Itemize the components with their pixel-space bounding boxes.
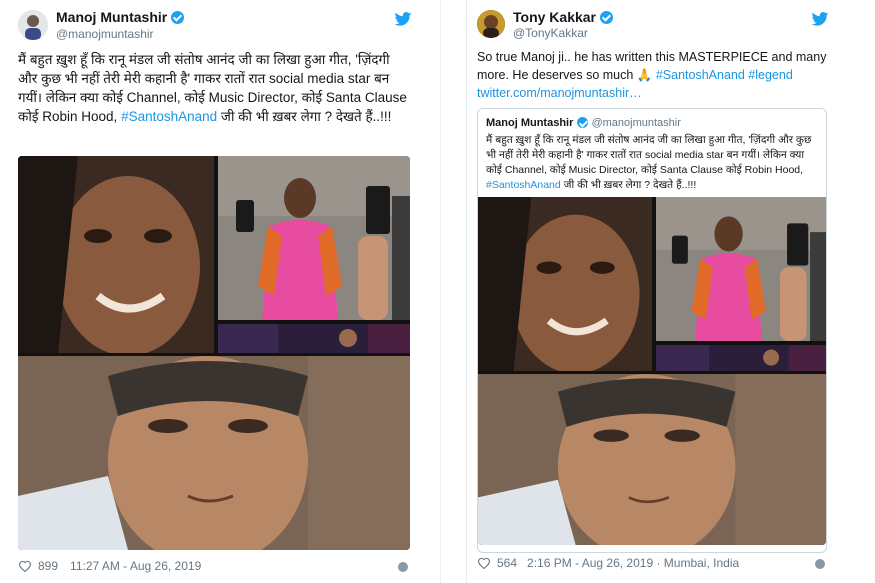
hashtag-link[interactable]: #SantoshAnand — [121, 109, 217, 124]
photo-woman-singing[interactable] — [18, 156, 214, 353]
photo-collage[interactable] — [478, 197, 826, 545]
hashtag-link[interactable]: #SantoshAnand — [486, 179, 561, 191]
avatar[interactable] — [477, 10, 505, 38]
photo-woman-pink-saree[interactable] — [218, 156, 410, 320]
author-handle[interactable]: @TonyKakkar — [513, 26, 588, 40]
quoted-tweet-link[interactable]: twitter.com/manojmuntashir… — [477, 86, 642, 100]
author-name[interactable]: Manoj Muntashir — [56, 9, 185, 25]
verified-badge-icon — [171, 11, 185, 24]
heart-icon[interactable] — [18, 560, 32, 572]
timestamp[interactable]: 2:16 PM - Aug 26, 2019 · Mumbai, India — [527, 556, 739, 570]
photo-woman-pink-saree[interactable] — [656, 197, 826, 341]
quoted-tweet-card[interactable]: Manoj Muntashir @manojmuntashir मैं बहुत… — [477, 108, 827, 553]
info-icon[interactable] — [815, 559, 825, 569]
photo-woman-singing[interactable] — [478, 197, 652, 371]
photo-santosh-anand[interactable] — [18, 356, 410, 550]
photo-santosh-anand[interactable] — [478, 374, 826, 545]
author-handle[interactable]: @manojmuntashir — [56, 27, 154, 41]
timestamp[interactable]: 11:27 AM - Aug 26, 2019 — [70, 559, 201, 573]
photo-stage-strip[interactable] — [218, 324, 410, 353]
photo-stage-strip[interactable] — [656, 345, 826, 371]
tweet-text: मैं बहुत ख़ुश हूँ कि रानू मंडल जी संतोष … — [18, 52, 407, 124]
info-icon[interactable] — [398, 562, 408, 572]
like-count[interactable]: 899 — [38, 559, 58, 573]
verified-badge-icon — [577, 117, 589, 128]
twitter-bird-icon[interactable] — [394, 12, 412, 26]
tweet-tony: Tony Kakkar @TonyKakkar So true Manoj ji… — [466, 0, 836, 583]
quoted-author[interactable]: Manoj Muntashir @manojmuntashir — [486, 117, 681, 129]
tweet-text: So true Manoj ji.. he has written this M… — [477, 50, 827, 100]
tweet-meta: 564 2:16 PM - Aug 26, 2019 · Mumbai, Ind… — [477, 556, 739, 570]
like-count[interactable]: 564 — [497, 556, 517, 570]
photo-collage[interactable] — [18, 156, 410, 550]
twitter-bird-icon[interactable] — [811, 12, 829, 26]
hashtag-link[interactable]: #SantoshAnand #legend — [656, 68, 793, 82]
author-name[interactable]: Tony Kakkar — [513, 9, 613, 25]
avatar[interactable] — [18, 10, 48, 40]
quoted-text: मैं बहुत ख़ुश हूँ कि रानू मंडल जी संतोष … — [486, 134, 812, 191]
tweet-manoj: Manoj Muntashir @manojmuntashir मैं बहुत… — [0, 0, 425, 583]
verified-badge-icon — [600, 11, 613, 24]
heart-icon[interactable] — [477, 557, 491, 569]
tweet-meta: 899 11:27 AM - Aug 26, 2019 — [18, 559, 201, 573]
divider — [440, 0, 441, 583]
